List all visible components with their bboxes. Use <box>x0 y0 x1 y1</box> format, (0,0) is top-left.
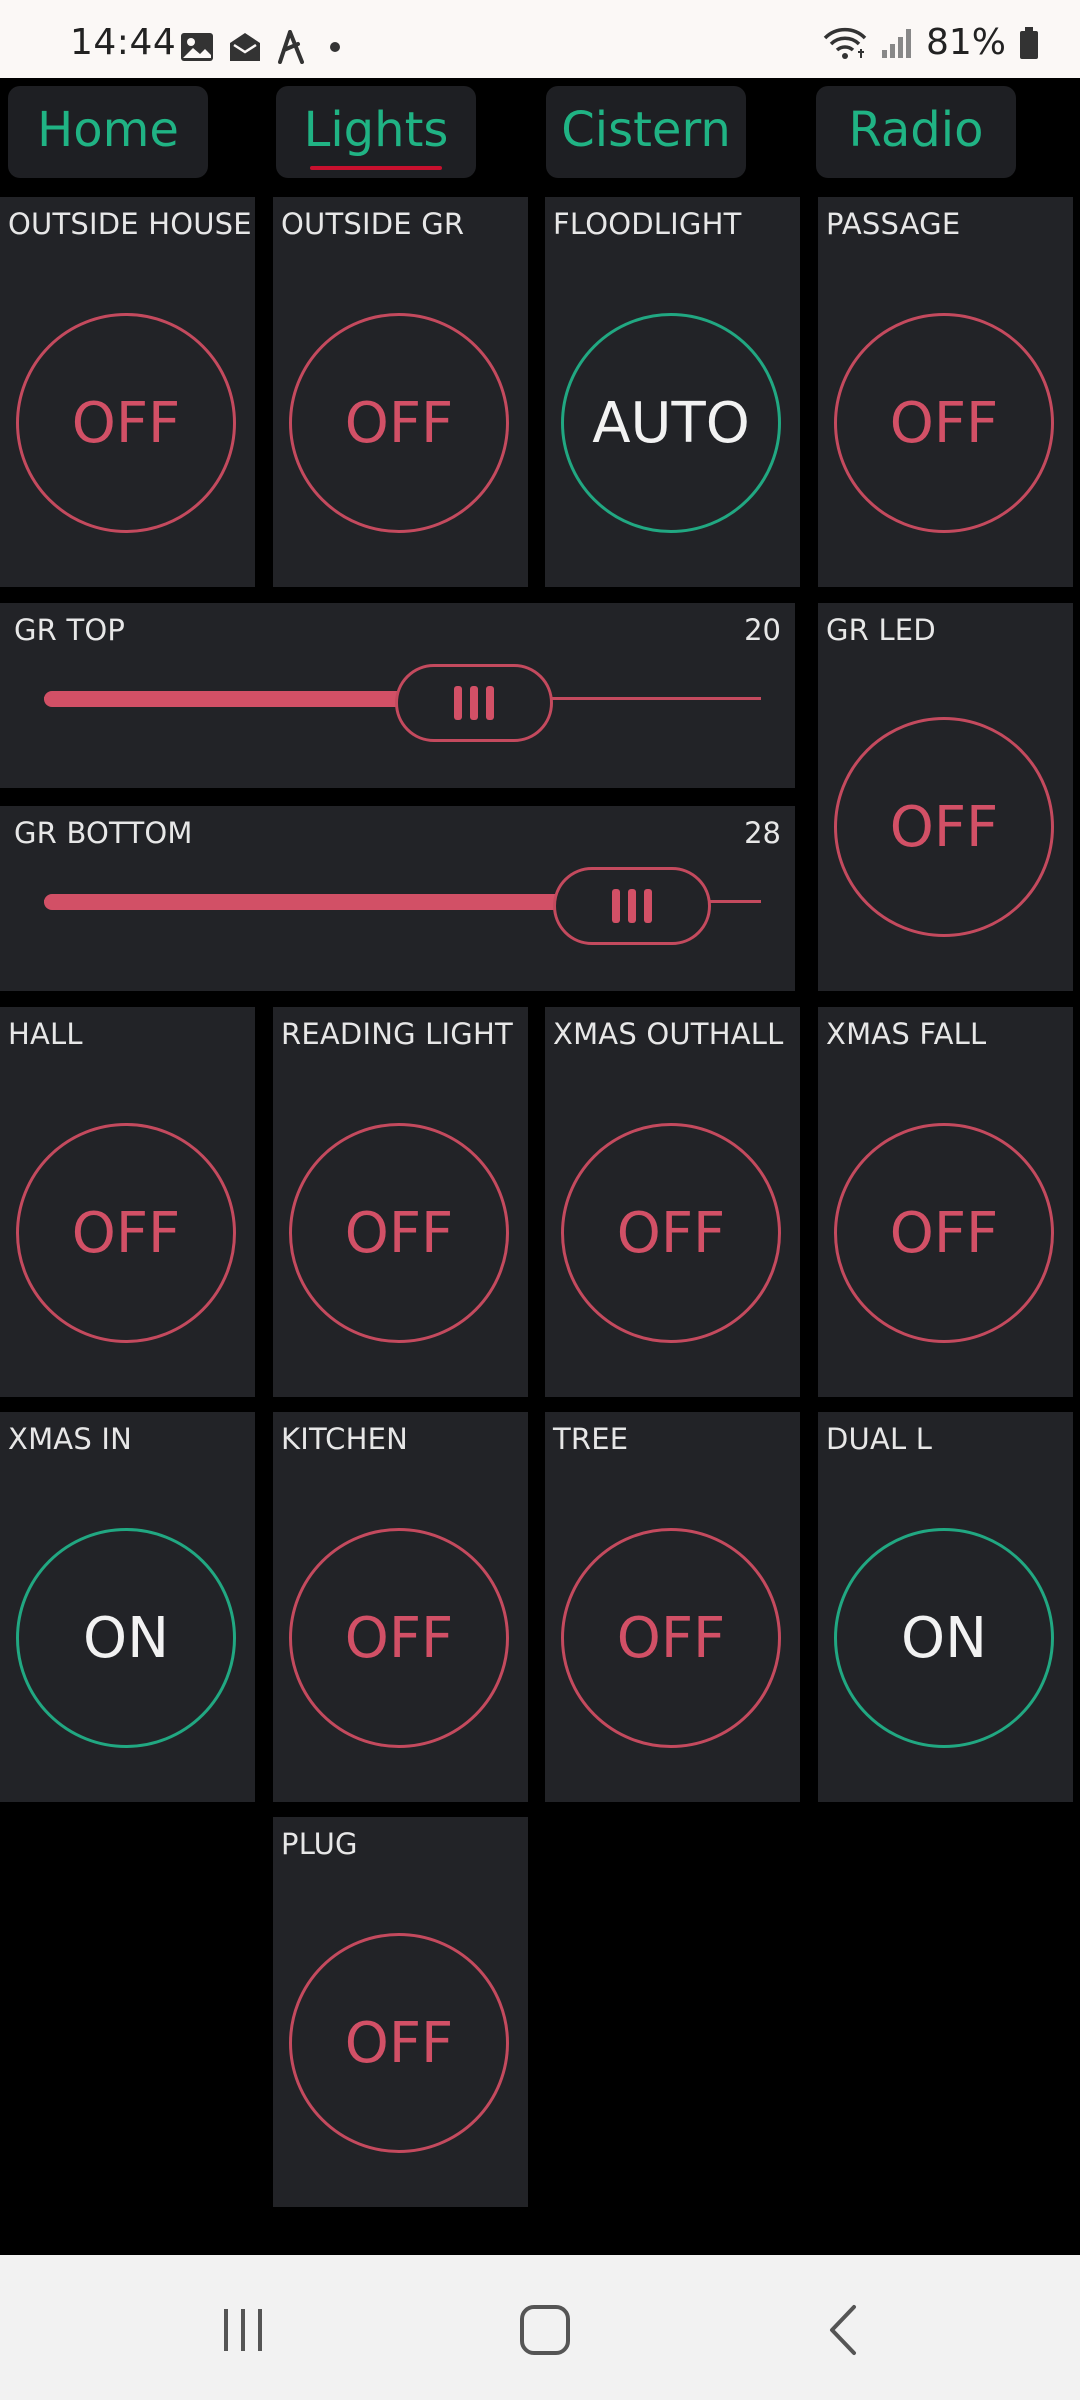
dot-icon <box>330 42 340 52</box>
tile-passage: PASSAGE OFF <box>818 197 1073 587</box>
image-icon <box>181 33 213 61</box>
xmas-fall-toggle[interactable]: OFF <box>834 1123 1054 1343</box>
tile-label: PASSAGE <box>826 207 961 241</box>
tree-toggle[interactable]: OFF <box>561 1528 781 1748</box>
back-button[interactable] <box>800 2285 890 2375</box>
tile-label: KITCHEN <box>281 1422 409 1456</box>
floodlight-toggle[interactable]: AUTO <box>561 313 781 533</box>
reading-light-toggle[interactable]: OFF <box>289 1123 509 1343</box>
tile-reading-light: READING LIGHT OFF <box>273 1007 528 1397</box>
slider-value: 28 <box>744 816 781 850</box>
grip-line <box>486 686 494 720</box>
plug-toggle[interactable]: OFF <box>289 1933 509 2153</box>
kitchen-toggle[interactable]: OFF <box>289 1528 509 1748</box>
tile-xmas-outhall: XMAS OUTHALL OFF <box>545 1007 800 1397</box>
grip-line <box>454 686 462 720</box>
slider-label: GR BOTTOM <box>14 816 193 850</box>
tile-gr-bottom: GR BOTTOM 28 <box>0 806 795 991</box>
tile-label: HALL <box>8 1017 83 1051</box>
tile-gr-top: GR TOP 20 <box>0 603 795 788</box>
slider-label: GR TOP <box>14 613 126 647</box>
tile-label: FLOODLIGHT <box>553 207 742 241</box>
lightning-icon <box>278 30 304 64</box>
signal-icon <box>881 28 911 58</box>
tile-outside-gr: OUTSIDE GR OFF <box>273 197 528 587</box>
mail-open-icon <box>230 33 260 61</box>
slider-fill <box>44 691 405 707</box>
tile-xmas-in: XMAS IN ON <box>0 1412 255 1802</box>
status-bar: 14:44 81% <box>0 0 1080 78</box>
status-time: 14:44 <box>70 22 177 63</box>
gr-led-toggle[interactable]: OFF <box>834 717 1054 937</box>
slider-value: 20 <box>744 613 781 647</box>
tab-home-label: Home <box>37 102 179 158</box>
tile-tree: TREE OFF <box>545 1412 800 1802</box>
tile-xmas-fall: XMAS FALL OFF <box>818 1007 1073 1397</box>
notification-icons <box>180 30 350 64</box>
tab-lights[interactable]: Lights <box>276 86 476 178</box>
outside-gr-toggle[interactable]: OFF <box>289 313 509 533</box>
back-icon <box>830 2305 856 2355</box>
hall-toggle[interactable]: OFF <box>16 1123 236 1343</box>
slider-fill <box>44 894 563 910</box>
grip-line <box>644 889 652 923</box>
battery-percentage: 81% <box>925 22 1006 63</box>
tile-outside-house: OUTSIDE HOUSE OFF <box>0 197 255 587</box>
xmas-outhall-toggle[interactable]: OFF <box>561 1123 781 1343</box>
slider-thumb[interactable] <box>395 664 553 742</box>
tile-label: READING LIGHT <box>281 1017 513 1051</box>
grip-line <box>628 889 636 923</box>
tile-label: OUTSIDE HOUSE <box>8 207 252 241</box>
status-right: 81% <box>822 22 1040 63</box>
tile-label: OUTSIDE GR <box>281 207 465 241</box>
active-tab-indicator <box>310 166 442 170</box>
recent-apps-icon <box>224 2309 262 2351</box>
grip-line <box>470 686 478 720</box>
tab-lights-label: Lights <box>303 102 449 158</box>
tab-bar: Home Lights Cistern Radio <box>0 78 1080 188</box>
passage-toggle[interactable]: OFF <box>834 313 1054 533</box>
dual-l-toggle[interactable]: ON <box>834 1528 1054 1748</box>
tile-dual-l: DUAL L ON <box>818 1412 1073 1802</box>
tile-kitchen: KITCHEN OFF <box>273 1412 528 1802</box>
battery-icon <box>1020 26 1038 59</box>
tab-home[interactable]: Home <box>8 86 208 178</box>
tile-label: DUAL L <box>826 1422 933 1456</box>
grip-line <box>612 889 620 923</box>
tile-label: XMAS FALL <box>826 1017 987 1051</box>
recent-apps-button[interactable] <box>198 2285 288 2375</box>
home-icon <box>520 2305 570 2355</box>
wifi-icon <box>823 27 867 59</box>
tile-label: PLUG <box>281 1827 358 1861</box>
tile-label: TREE <box>553 1422 629 1456</box>
slider-thumb[interactable] <box>553 867 711 945</box>
tile-floodlight: FLOODLIGHT AUTO <box>545 197 800 587</box>
system-nav-bar <box>0 2255 1080 2400</box>
tab-radio[interactable]: Radio <box>816 86 1016 178</box>
tile-label: GR LED <box>826 613 936 647</box>
tile-gr-led: GR LED OFF <box>818 603 1073 991</box>
tile-label: XMAS OUTHALL <box>553 1017 784 1051</box>
xmas-in-toggle[interactable]: ON <box>16 1528 236 1748</box>
tab-radio-label: Radio <box>848 102 984 158</box>
outside-house-toggle[interactable]: OFF <box>16 313 236 533</box>
tile-hall: HALL OFF <box>0 1007 255 1397</box>
home-button[interactable] <box>500 2285 590 2375</box>
tab-cistern[interactable]: Cistern <box>546 86 746 178</box>
tile-label: XMAS IN <box>8 1422 132 1456</box>
tab-cistern-label: Cistern <box>561 102 731 158</box>
tile-plug: PLUG OFF <box>273 1817 528 2207</box>
